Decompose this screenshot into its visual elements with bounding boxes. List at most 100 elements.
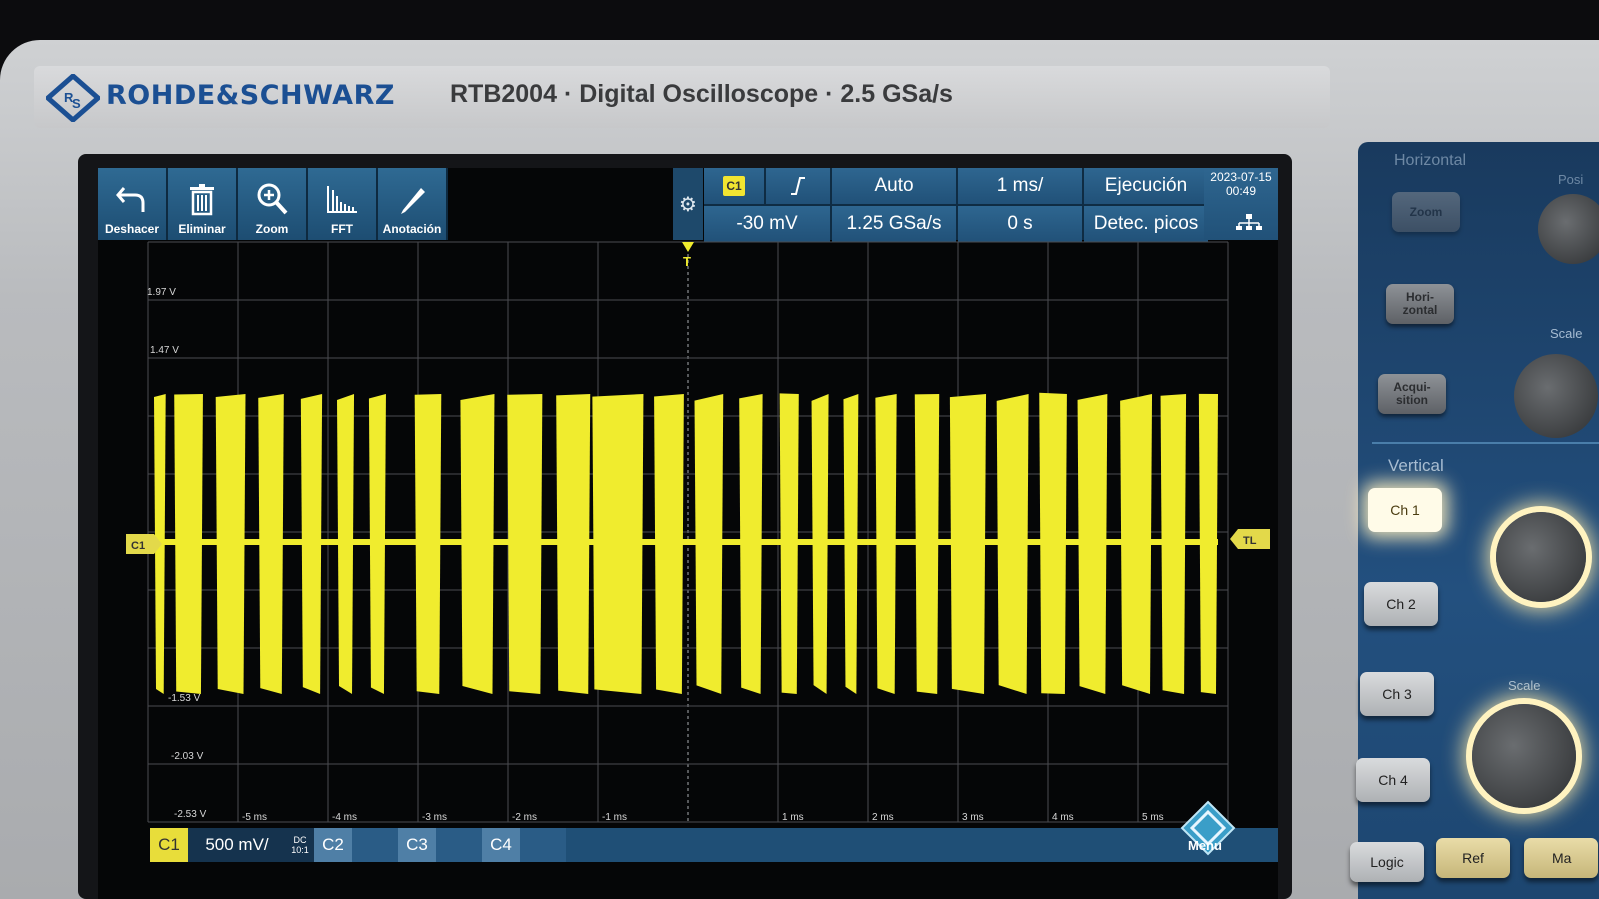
fft-button[interactable]: FFT [308,168,378,240]
trace-burst [1077,394,1108,694]
channel-1-probe-text: 10:1 [291,845,309,855]
trace-burst [654,394,684,694]
x-tick-label: -4 ms [332,812,357,823]
horizontal-scale-knob[interactable] [1514,354,1598,438]
x-tick-label: -2 ms [512,812,537,823]
logic-key[interactable]: Logic [1350,842,1424,882]
trace-burst [914,394,940,694]
horizontal-title: Horizontal [1394,152,1467,169]
vertical-title: Vertical [1388,456,1444,475]
ch2-key[interactable]: Ch 2 [1364,582,1438,626]
x-tick-label: 3 ms [962,812,984,823]
x-tick-label: 4 ms [1052,812,1074,823]
trace-burst [875,394,897,694]
undo-label: Deshacer [104,222,160,236]
channel-3-tab[interactable]: C3 [398,828,436,862]
trace-burst [1160,394,1187,694]
rs-logo-icon: R S [46,74,100,122]
channel-4-tab[interactable]: C4 [482,828,520,862]
horizontal-key[interactable]: Hori- zontal [1386,284,1454,324]
time-scale[interactable]: 1 ms/ [958,168,1082,204]
trace-burst [507,394,543,694]
settings-gear-icon[interactable]: ⚙ [673,168,703,240]
vertical-position-knob[interactable] [1496,512,1586,602]
vertical-scale-label: Scale [1508,678,1541,693]
brand-name: ROHDE&SCHWARZ [106,80,395,111]
channel-2-tab[interactable]: C2 [314,828,352,862]
panel-divider [1372,442,1599,444]
undo-button[interactable]: Deshacer [98,168,168,240]
trace-burst [215,394,246,694]
zoom-key[interactable]: Zoom [1392,192,1460,232]
trace-burst [1120,394,1153,694]
zoom-icon [257,183,288,215]
trigger-level-text: TL [1243,535,1257,547]
ref-key[interactable]: Ref [1436,838,1510,878]
annotation-label: Anotación [382,222,442,236]
ch3-key[interactable]: Ch 3 [1360,672,1434,716]
channel-3-spacer [436,828,482,862]
delete-button[interactable]: Eliminar [168,168,238,240]
trigger-pos-text: T [683,254,691,269]
channel-1-trace [154,392,1218,694]
model-line: RTB2004 · Digital Oscilloscope · 2.5 GSa… [450,80,953,108]
svg-text:S: S [72,96,81,111]
y-tick-label: -2.03 V [171,751,204,762]
time-text: 00:49 [1225,184,1257,198]
x-tick-label: 1 ms [782,812,804,823]
acquisition-key[interactable]: Acqui- sition [1378,374,1446,414]
bottom-bar-fill [566,828,1278,862]
trigger-slope-icon[interactable] [766,168,830,204]
toolbar: Deshacer Eliminar Zoom FFT Anotación [98,168,448,240]
channel-1-tab[interactable]: C1 [150,828,188,862]
trigger-level-marker[interactable]: TL [1230,529,1270,549]
menu-label: Menu [1188,838,1222,853]
zoom-button[interactable]: Zoom [238,168,308,240]
channel-1-scale[interactable]: 500 mV/ [188,828,286,862]
math-key[interactable]: Ma [1524,838,1598,878]
trace-burst [556,394,591,694]
y-tick-label: -1.53 V [168,693,201,704]
x-axis-labels: -5 ms -4 ms -3 ms -2 ms -1 ms 1 ms 2 ms 3 ms 4 m… [242,812,1164,823]
ch1-key[interactable]: Ch 1 [1368,488,1442,532]
run-state[interactable]: Ejecución [1084,168,1208,204]
ch4-key[interactable]: Ch 4 [1356,758,1430,802]
trace-burst [779,393,799,694]
fft-icon [327,186,357,213]
trace-burst [694,394,724,694]
trigger-position-marker[interactable]: T [682,242,694,269]
fft-label: FFT [331,222,353,236]
trace-burst [174,394,203,694]
undo-icon [116,187,145,212]
annotation-button[interactable]: Anotación [378,168,448,240]
trace-burst [739,394,763,694]
vertical-scale-knob[interactable] [1472,704,1576,808]
trace-burst [592,394,644,694]
trace-burst [258,394,284,694]
trace-burst [1198,393,1218,694]
sample-rate[interactable]: 1.25 GSa/s [832,206,956,242]
date-text: 2023-07-15 [1210,170,1272,184]
x-tick-label: 2 ms [872,812,894,823]
pencil-icon [401,188,425,214]
channel-bar: C1 500 mV/ DC 10:1 C2 C3 C4 [150,828,1278,862]
trace-burst [368,394,386,694]
channel-2-spacer [352,828,398,862]
trigger-source-cell[interactable]: C1 [704,168,764,204]
acquisition-mode[interactable]: Detec. picos [1084,206,1208,242]
horizontal-scale-label: Scale [1550,326,1583,341]
position-knob[interactable] [1538,194,1599,264]
trace-burst [811,394,829,694]
channel-1-coupling-text: DC [293,835,307,845]
trigger-level[interactable]: -30 mV [704,206,830,242]
waveform-plot[interactable]: 1.97 V1.47 V-1.53 V-2.03 V-2.53 V -5 ms -… [98,240,1278,828]
channel-1-coupling: DC 10:1 [286,828,314,862]
trace-burst [843,394,859,694]
x-tick-label: 5 ms [1142,812,1164,823]
trace-burst [460,394,495,694]
trigger-mode[interactable]: Auto [832,168,956,204]
time-offset[interactable]: 0 s [958,206,1082,242]
trigger-source: C1 [723,176,745,196]
trace-burst [300,394,323,694]
oscilloscope-screen: Deshacer Eliminar Zoom FFT Anotación ⚙ C… [98,168,1278,899]
